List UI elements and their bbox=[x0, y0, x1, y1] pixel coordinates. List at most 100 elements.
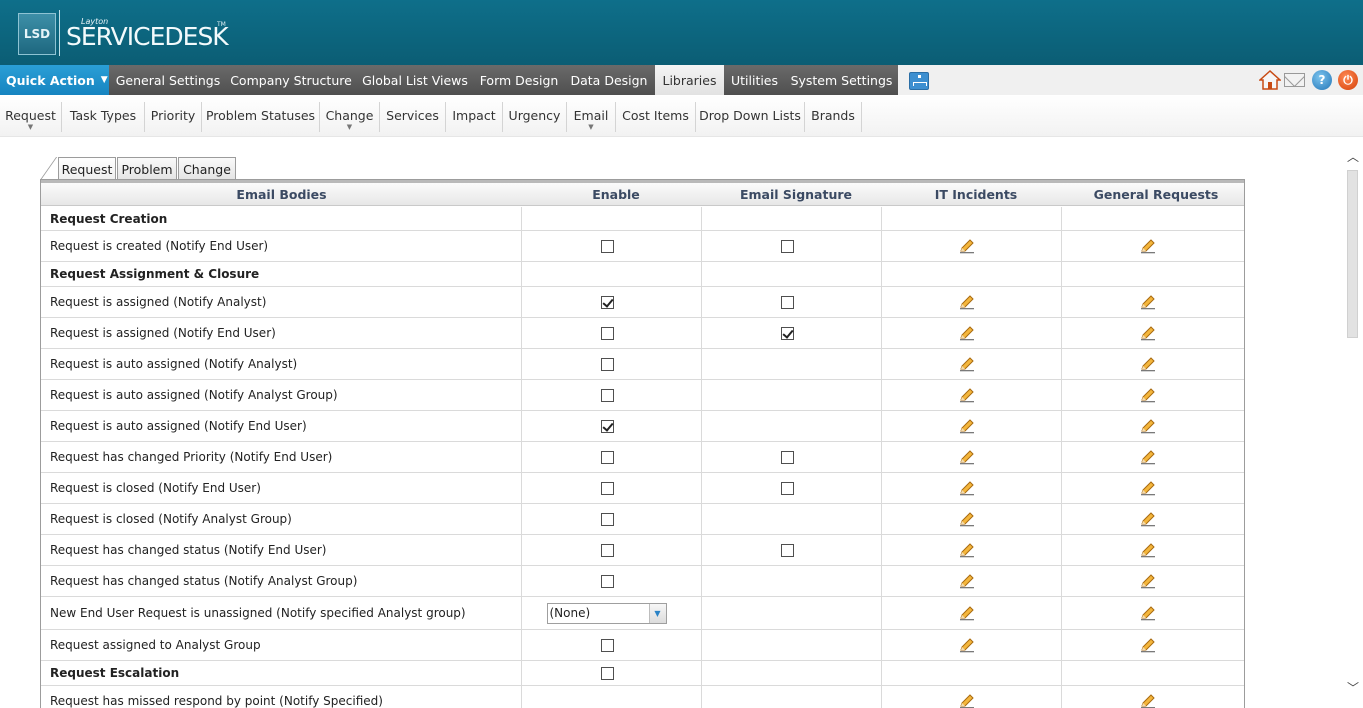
enable-checkbox[interactable] bbox=[600, 481, 614, 495]
enable-checkbox[interactable] bbox=[600, 574, 614, 588]
cell-it-incidents bbox=[882, 262, 1062, 286]
nav-general-settings[interactable]: General Settings bbox=[109, 65, 227, 95]
scrollbar-thumb[interactable] bbox=[1347, 170, 1358, 338]
tab-problem[interactable]: Problem bbox=[117, 157, 177, 180]
nav-utilities[interactable]: Utilities bbox=[724, 65, 785, 95]
quick-action-button[interactable]: Quick Action ▼ bbox=[0, 65, 109, 95]
signature-checkbox[interactable] bbox=[780, 543, 794, 557]
enable-checkbox[interactable] bbox=[600, 326, 614, 340]
tab-request[interactable]: Request bbox=[58, 157, 116, 180]
logo-trademark: TM bbox=[217, 21, 226, 28]
subnav-brands[interactable]: Brands bbox=[805, 102, 862, 132]
table-row: Request has changed status (Notify End U… bbox=[41, 535, 1244, 566]
subnav-email-label: Email bbox=[573, 108, 609, 123]
enable-checkbox[interactable] bbox=[600, 388, 614, 402]
edit-pencil-icon[interactable] bbox=[959, 325, 975, 341]
email-body-label: Request is closed (Notify Analyst Group) bbox=[50, 512, 292, 526]
subnav-change[interactable]: Change ▼ bbox=[320, 102, 380, 132]
edit-pencil-icon[interactable] bbox=[1140, 542, 1156, 558]
edit-pencil-icon[interactable] bbox=[959, 637, 975, 653]
edit-pencil-icon[interactable] bbox=[959, 387, 975, 403]
app-header: LSD Layton SERVICEDESK TM bbox=[0, 0, 1363, 65]
enable-checkbox[interactable] bbox=[600, 450, 614, 464]
nav-company-structure[interactable]: Company Structure bbox=[227, 65, 355, 95]
scroll-down-icon[interactable]: ﹀ bbox=[1346, 681, 1360, 695]
edit-pencil-icon[interactable] bbox=[1140, 356, 1156, 372]
enable-checkbox[interactable] bbox=[600, 512, 614, 526]
edit-pencil-icon[interactable] bbox=[959, 480, 975, 496]
subnav-request[interactable]: Request ▼ bbox=[0, 102, 62, 132]
chevron-down-icon[interactable]: ▼ bbox=[648, 603, 666, 623]
enable-checkbox[interactable] bbox=[600, 357, 614, 371]
cell-email-body: Request has changed status (Notify End U… bbox=[41, 535, 522, 565]
edit-pencil-icon[interactable] bbox=[1140, 605, 1156, 621]
cell-enable bbox=[522, 262, 702, 286]
edit-pencil-icon[interactable] bbox=[959, 511, 975, 527]
edit-pencil-icon[interactable] bbox=[1140, 573, 1156, 589]
signature-checkbox[interactable] bbox=[780, 326, 794, 340]
enable-checkbox[interactable] bbox=[600, 666, 614, 680]
analyst-group-select[interactable]: (None) ▼ bbox=[546, 602, 667, 624]
edit-pencil-icon[interactable] bbox=[959, 542, 975, 558]
subnav-task-types[interactable]: Task Types bbox=[62, 102, 145, 132]
email-body-label: Request has missed respond by point (Not… bbox=[50, 694, 383, 708]
cell-it-incidents bbox=[882, 349, 1062, 379]
email-body-label: Request has changed status (Notify End U… bbox=[50, 543, 327, 557]
subnav-impact[interactable]: Impact bbox=[446, 102, 503, 132]
email-body-label: Request is auto assigned (Notify End Use… bbox=[50, 419, 307, 433]
enable-checkbox[interactable] bbox=[600, 295, 614, 309]
signature-checkbox[interactable] bbox=[780, 295, 794, 309]
cell-it-incidents bbox=[882, 597, 1062, 629]
edit-pencil-icon[interactable] bbox=[959, 693, 975, 708]
chevron-down-icon: ▼ bbox=[588, 123, 594, 131]
subnav-services[interactable]: Services bbox=[380, 102, 446, 132]
nav-global-list-views[interactable]: Global List Views bbox=[355, 65, 475, 95]
subnav-priority[interactable]: Priority bbox=[145, 102, 202, 132]
scroll-up-icon[interactable]: ︿ bbox=[1346, 150, 1360, 164]
nav-data-design[interactable]: Data Design bbox=[563, 65, 655, 95]
enable-checkbox[interactable] bbox=[600, 638, 614, 652]
edit-pencil-icon[interactable] bbox=[959, 605, 975, 621]
subnav-email[interactable]: Email ▼ bbox=[567, 102, 616, 132]
cell-email-signature bbox=[702, 380, 882, 410]
edit-pencil-icon[interactable] bbox=[1140, 693, 1156, 708]
edit-pencil-icon[interactable] bbox=[959, 449, 975, 465]
enable-checkbox[interactable] bbox=[600, 543, 614, 557]
nav-system-settings[interactable]: System Settings bbox=[785, 65, 898, 95]
edit-pencil-icon[interactable] bbox=[1140, 325, 1156, 341]
edit-pencil-icon[interactable] bbox=[959, 238, 975, 254]
edit-pencil-icon[interactable] bbox=[1140, 418, 1156, 434]
enable-checkbox[interactable] bbox=[600, 239, 614, 253]
subnav-urgency[interactable]: Urgency bbox=[503, 102, 567, 132]
edit-pencil-icon[interactable] bbox=[959, 418, 975, 434]
mail-icon[interactable] bbox=[1284, 73, 1305, 87]
table-row: Request is closed (Notify Analyst Group) bbox=[41, 504, 1244, 535]
edit-pencil-icon[interactable] bbox=[1140, 480, 1156, 496]
edit-pencil-icon[interactable] bbox=[959, 356, 975, 372]
nav-libraries[interactable]: Libraries bbox=[655, 65, 724, 95]
tab-change[interactable]: Change bbox=[178, 157, 236, 180]
page-scrollbar[interactable]: ︿ ﹀ bbox=[1344, 148, 1361, 708]
edit-pencil-icon[interactable] bbox=[1140, 511, 1156, 527]
section-row: Request Creation bbox=[41, 207, 1244, 231]
subnav-cost-items[interactable]: Cost Items bbox=[616, 102, 696, 132]
edit-pencil-icon[interactable] bbox=[1140, 637, 1156, 653]
edit-pencil-icon[interactable] bbox=[1140, 238, 1156, 254]
email-body-label: Request is auto assigned (Notify Analyst… bbox=[50, 388, 338, 402]
edit-pencil-icon[interactable] bbox=[1140, 449, 1156, 465]
subnav-drop-down-lists[interactable]: Drop Down Lists bbox=[696, 102, 805, 132]
org-chart-icon[interactable] bbox=[909, 72, 929, 90]
signature-checkbox[interactable] bbox=[780, 239, 794, 253]
edit-pencil-icon[interactable] bbox=[1140, 294, 1156, 310]
help-icon[interactable]: ? bbox=[1312, 70, 1332, 90]
edit-pencil-icon[interactable] bbox=[959, 294, 975, 310]
nav-form-design[interactable]: Form Design bbox=[475, 65, 563, 95]
edit-pencil-icon[interactable] bbox=[959, 573, 975, 589]
power-icon[interactable]: ⏻ bbox=[1338, 70, 1358, 90]
signature-checkbox[interactable] bbox=[780, 450, 794, 464]
enable-checkbox[interactable] bbox=[600, 419, 614, 433]
subnav-problem-statuses[interactable]: Problem Statuses bbox=[202, 102, 320, 132]
signature-checkbox[interactable] bbox=[780, 481, 794, 495]
home-icon[interactable] bbox=[1258, 69, 1282, 90]
edit-pencil-icon[interactable] bbox=[1140, 387, 1156, 403]
